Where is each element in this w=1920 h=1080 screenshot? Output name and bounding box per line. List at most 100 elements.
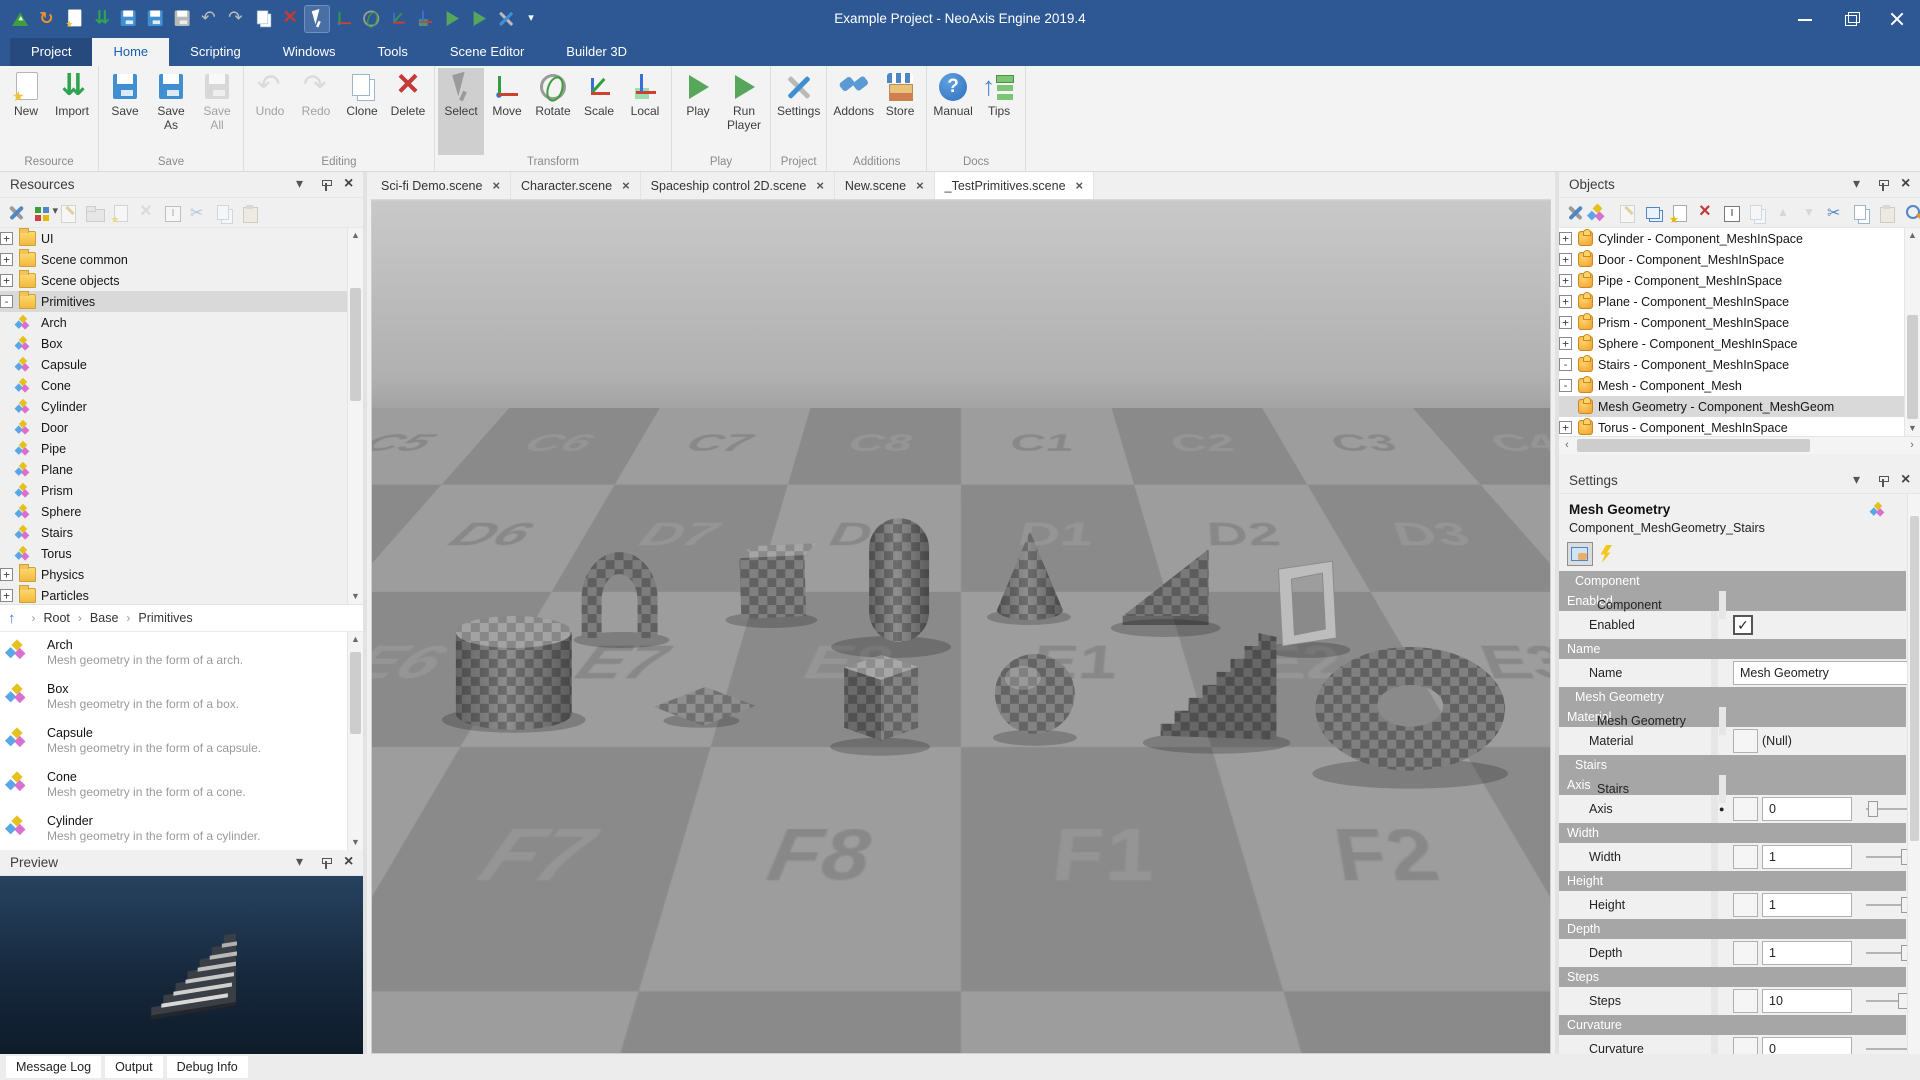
close-icon[interactable] bbox=[343, 178, 357, 192]
tree-item[interactable]: Arch bbox=[0, 312, 363, 333]
panel-menu-icon[interactable] bbox=[295, 178, 309, 192]
toolbar-icon[interactable] bbox=[1564, 202, 1588, 224]
toolbar-icon[interactable] bbox=[213, 202, 237, 224]
ribbon-tab[interactable]: Project bbox=[10, 38, 92, 66]
ribbon-button[interactable]: Settings bbox=[774, 68, 823, 155]
tree-item[interactable]: + Scene objects bbox=[0, 270, 363, 291]
ribbon-tab[interactable]: Tools bbox=[356, 38, 428, 66]
default-value-button[interactable] bbox=[1733, 989, 1758, 1013]
ribbon-button[interactable]: New bbox=[3, 68, 49, 155]
quick-access-button[interactable] bbox=[413, 6, 437, 32]
breadcrumb-item[interactable]: ›Root bbox=[24, 611, 70, 625]
tab-close-icon[interactable]: × bbox=[916, 178, 924, 193]
toolbar-icon[interactable] bbox=[5, 202, 29, 224]
quick-access-button[interactable] bbox=[494, 6, 518, 32]
toolbar-icon[interactable] bbox=[187, 202, 211, 224]
ribbon-button[interactable]: Local bbox=[622, 68, 668, 155]
ribbon-button[interactable]: Move bbox=[484, 68, 530, 155]
quick-access-button[interactable] bbox=[440, 6, 464, 32]
ribbon-button[interactable]: Save All bbox=[194, 68, 240, 155]
scroll-down-icon[interactable]: ▼ bbox=[1905, 421, 1920, 436]
list-item[interactable]: Arch Mesh geometry in the form of a arch… bbox=[0, 632, 363, 676]
ribbon-button[interactable]: Undo bbox=[247, 68, 293, 155]
ribbon-button[interactable]: Store bbox=[877, 68, 923, 155]
ribbon-button[interactable]: Play bbox=[675, 68, 721, 155]
quick-access-button[interactable] bbox=[8, 6, 32, 32]
quick-access-button[interactable] bbox=[251, 6, 275, 32]
default-value-button[interactable] bbox=[1733, 797, 1758, 821]
resources-list-scrollbar[interactable]: ▲ ▼ bbox=[347, 632, 363, 850]
close-icon[interactable] bbox=[1900, 178, 1914, 192]
list-item[interactable]: Cylinder Mesh geometry in the form of a … bbox=[0, 808, 363, 850]
scroll-down-icon[interactable]: ▼ bbox=[348, 835, 363, 850]
toolbar-icon[interactable] bbox=[31, 202, 55, 224]
expander-icon[interactable]: + bbox=[0, 253, 13, 266]
scrollbar-thumb[interactable] bbox=[350, 288, 361, 401]
pin-icon[interactable] bbox=[1876, 474, 1890, 488]
close-button[interactable] bbox=[1874, 0, 1920, 38]
toolbar-icon[interactable] bbox=[57, 202, 81, 224]
scene-tab[interactable]: New.scene × bbox=[835, 172, 935, 199]
tree-item[interactable]: + Plane - Component_MeshInSpace bbox=[1559, 291, 1920, 312]
toolbar-icon[interactable] bbox=[135, 202, 159, 224]
toolbar-icon[interactable] bbox=[1824, 202, 1848, 224]
tree-item[interactable]: + Door - Component_MeshInSpace bbox=[1559, 249, 1920, 270]
scene-tab[interactable]: Spaceship control 2D.scene × bbox=[641, 172, 835, 199]
quick-access-button[interactable] bbox=[170, 6, 194, 32]
toolbar-icon[interactable] bbox=[161, 202, 185, 224]
status-bar-tab[interactable]: Debug Info bbox=[167, 1056, 248, 1078]
scroll-right-icon[interactable]: › bbox=[1904, 437, 1920, 454]
list-item[interactable]: Box Mesh geometry in the form of a box. bbox=[0, 676, 363, 720]
ribbon-tab[interactable]: Windows bbox=[262, 38, 357, 66]
tab-close-icon[interactable]: × bbox=[1076, 178, 1084, 193]
tree-item[interactable]: + Sphere - Component_MeshInSpace bbox=[1559, 333, 1920, 354]
breadcrumb-item[interactable]: ›Base bbox=[70, 611, 119, 625]
tree-item[interactable]: + Scene common bbox=[0, 249, 363, 270]
tree-item[interactable]: Torus bbox=[0, 543, 363, 564]
expander-icon[interactable]: + bbox=[1559, 337, 1572, 350]
property-value-input[interactable]: Mesh Geometry bbox=[1733, 661, 1915, 685]
tree-item[interactable]: Stairs bbox=[0, 522, 363, 543]
scroll-up-icon[interactable]: ▲ bbox=[1905, 228, 1920, 243]
scroll-up-icon[interactable]: ▲ bbox=[348, 632, 363, 647]
toolbar-icon[interactable] bbox=[1668, 202, 1692, 224]
property-value-input[interactable]: 1 bbox=[1762, 893, 1852, 917]
tree-item[interactable]: Cylinder bbox=[0, 396, 363, 417]
quick-access-button[interactable] bbox=[197, 6, 221, 32]
default-value-button[interactable] bbox=[1733, 729, 1758, 753]
status-bar-tab[interactable]: Message Log bbox=[6, 1056, 101, 1078]
preview-viewport[interactable] bbox=[0, 876, 363, 1054]
scrollbar-thumb[interactable] bbox=[350, 652, 361, 735]
tree-item[interactable]: - Mesh - Component_Mesh bbox=[1559, 375, 1920, 396]
tab-close-icon[interactable]: × bbox=[622, 178, 630, 193]
tree-item[interactable]: Door bbox=[0, 417, 363, 438]
scroll-left-icon[interactable]: ‹ bbox=[1559, 437, 1575, 454]
expander-icon[interactable]: - bbox=[1559, 379, 1572, 392]
ribbon-tab[interactable]: Home bbox=[92, 38, 169, 66]
ribbon-button[interactable]: Scale bbox=[576, 68, 622, 155]
default-value-button[interactable] bbox=[1733, 941, 1758, 965]
scene-tab[interactable]: Sci-fi Demo.scene × bbox=[371, 172, 511, 199]
expander-icon[interactable]: + bbox=[0, 568, 13, 581]
tree-item[interactable]: - Primitives bbox=[0, 291, 363, 312]
panel-menu-icon[interactable] bbox=[295, 856, 309, 870]
quick-access-button[interactable] bbox=[386, 6, 410, 32]
expander-icon[interactable]: + bbox=[0, 589, 13, 602]
quick-access-button[interactable] bbox=[359, 6, 383, 32]
scrollbar-thumb[interactable] bbox=[1907, 315, 1918, 419]
expander-icon[interactable]: + bbox=[1559, 421, 1572, 434]
ribbon-button[interactable]: Rotate bbox=[530, 68, 576, 155]
expander-icon[interactable]: + bbox=[1559, 253, 1572, 266]
expander-icon[interactable]: + bbox=[1559, 232, 1572, 245]
tree-item[interactable]: - Stairs - Component_MeshInSpace bbox=[1559, 354, 1920, 375]
panel-menu-icon[interactable] bbox=[1852, 178, 1866, 192]
resources-tree-scrollbar[interactable]: ▲ ▼ bbox=[347, 228, 363, 604]
tree-item[interactable]: Box bbox=[0, 333, 363, 354]
tree-item[interactable]: Sphere bbox=[0, 501, 363, 522]
viewport-3d[interactable]: C1C2C3C4C5C6C7C8C1C2C3C4C5C6C7C8D1D2D3D4… bbox=[371, 200, 1551, 1054]
quick-access-button[interactable] bbox=[305, 6, 329, 32]
status-bar-tab[interactable]: Output bbox=[105, 1056, 163, 1078]
default-value-button[interactable] bbox=[1733, 893, 1758, 917]
pin-icon[interactable] bbox=[319, 178, 333, 192]
tree-item[interactable]: + UI bbox=[0, 228, 363, 249]
